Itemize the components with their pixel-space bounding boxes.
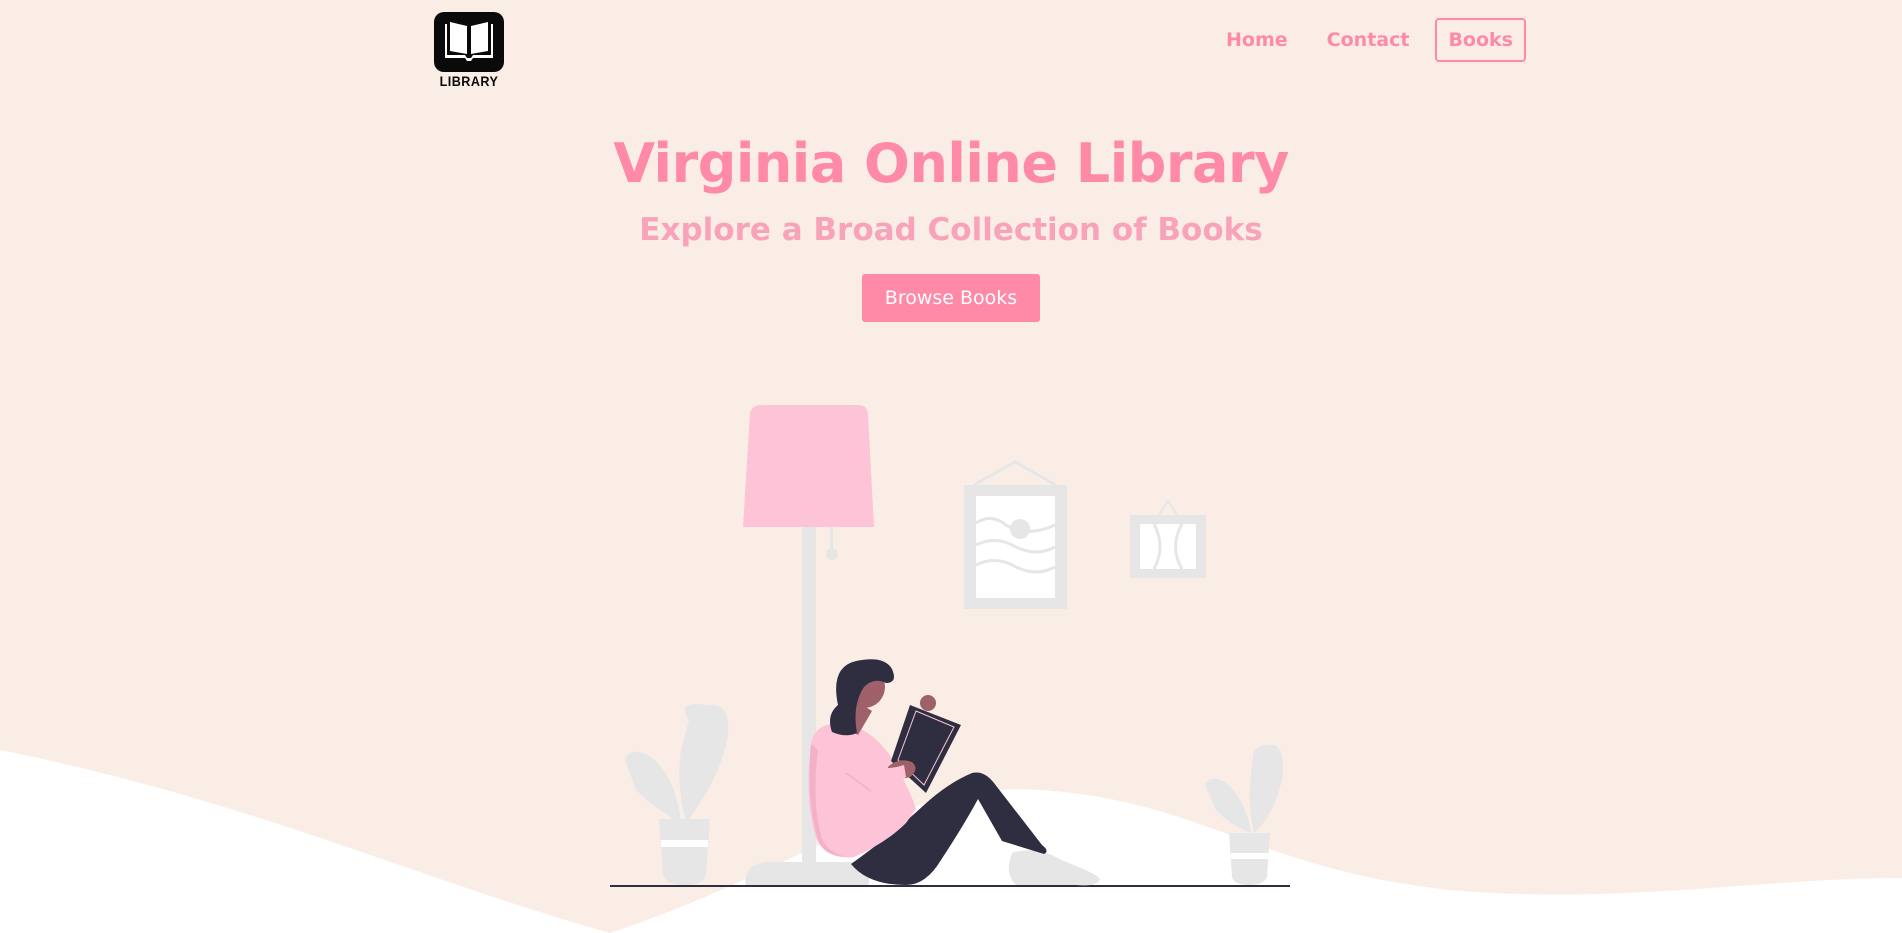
page-title: Virginia Online Library <box>613 132 1289 195</box>
wall-picture-large <box>964 460 1067 609</box>
woman-figure <box>808 659 1100 886</box>
nav-contact-link[interactable]: Contact <box>1314 18 1423 62</box>
wall-picture-small <box>1130 499 1206 578</box>
browse-books-button[interactable]: Browse Books <box>861 274 1041 322</box>
plant-right <box>1205 744 1283 885</box>
plant-left <box>625 704 729 885</box>
main-nav: Home Contact Books <box>1200 18 1526 62</box>
logo-text: LIBRARY <box>439 73 499 89</box>
nav-books-link[interactable]: Books <box>1435 18 1526 62</box>
open-book-icon <box>434 12 504 72</box>
page-subtitle: Explore a Broad Collection of Books <box>639 212 1263 248</box>
nav-home-link[interactable]: Home <box>1213 18 1301 62</box>
woman-reading-illustration <box>610 405 1290 887</box>
site-logo[interactable]: LIBRARY <box>433 11 505 91</box>
hero-section: Virginia Online Library Explore a Broad … <box>0 128 1902 322</box>
site-header: LIBRARY Home Contact Books <box>0 0 1902 100</box>
